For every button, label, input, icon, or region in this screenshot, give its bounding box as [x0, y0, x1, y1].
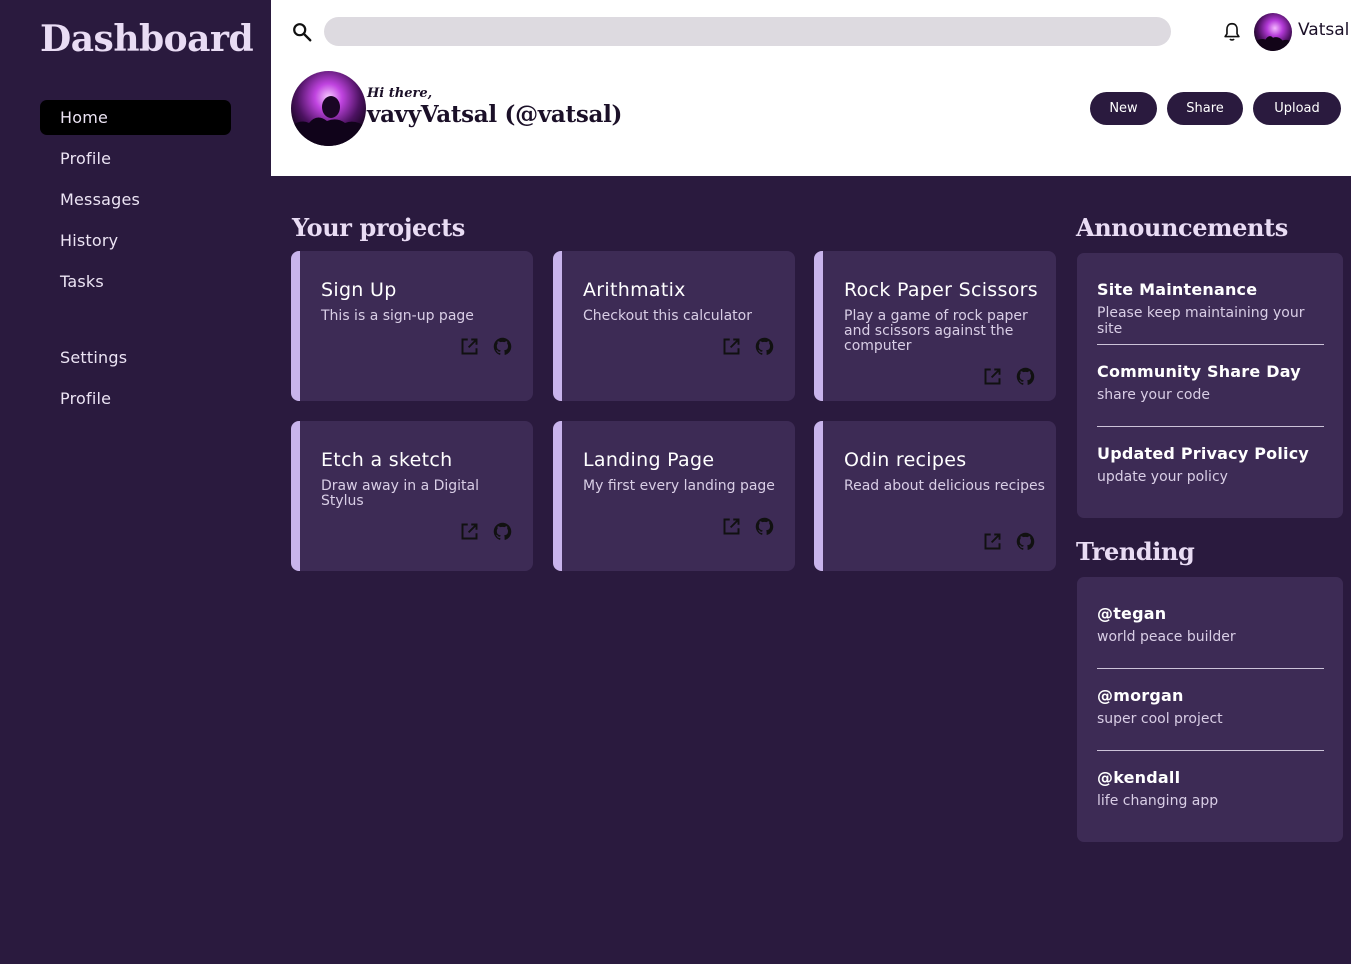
- search-icon[interactable]: [291, 21, 313, 43]
- github-icon[interactable]: [754, 336, 775, 357]
- github-icon[interactable]: [1015, 366, 1036, 387]
- announcement-subtitle: update your policy: [1097, 469, 1228, 485]
- external-link-icon[interactable]: [721, 336, 742, 357]
- external-link-icon[interactable]: [459, 521, 480, 542]
- profile-avatar: [291, 71, 366, 146]
- project-card-landing-page[interactable]: Landing Page My first every landing page: [553, 421, 795, 571]
- card-title: Etch a sketch: [321, 449, 453, 471]
- sidebar-item-settings[interactable]: Settings: [40, 340, 231, 375]
- trending-handle: @tegan: [1097, 604, 1167, 623]
- github-icon[interactable]: [1015, 531, 1036, 552]
- trending-item[interactable]: @kendall life changing app: [1097, 768, 1324, 809]
- github-icon[interactable]: [492, 521, 513, 542]
- external-link-icon[interactable]: [982, 531, 1003, 552]
- divider: [1097, 344, 1324, 345]
- announcement-title: Community Share Day: [1097, 362, 1301, 381]
- trending-title: Trending: [1076, 537, 1195, 566]
- project-card-etch-a-sketch[interactable]: Etch a sketch Draw away in a Digital Sty…: [291, 421, 533, 571]
- sidebar-item-profile-secondary[interactable]: Profile: [40, 381, 231, 416]
- project-card-sign-up[interactable]: Sign Up This is a sign-up page: [291, 251, 533, 401]
- header-username[interactable]: Vatsal: [1298, 20, 1349, 40]
- card-description: Read about delicious recipes: [844, 478, 1045, 494]
- share-button[interactable]: Share: [1167, 92, 1243, 125]
- user-fullname: vavyVatsal (@vatsal): [367, 101, 623, 128]
- external-link-icon[interactable]: [721, 516, 742, 537]
- card-description: This is a sign-up page: [321, 308, 474, 324]
- sidebar-item-history[interactable]: History: [40, 223, 231, 258]
- announcement-item[interactable]: Community Share Day share your code: [1097, 362, 1324, 403]
- project-card-rock-paper-scissors[interactable]: Rock Paper Scissors Play a game of rock …: [814, 251, 1056, 401]
- new-button[interactable]: New: [1090, 92, 1157, 125]
- project-card-arithmatix[interactable]: Arithmatix Checkout this calculator: [553, 251, 795, 401]
- announcement-subtitle: Please keep maintaining your site: [1097, 305, 1305, 337]
- announcement-title: Updated Privacy Policy: [1097, 444, 1310, 463]
- card-title: Odin recipes: [844, 449, 967, 471]
- divider: [1097, 668, 1324, 669]
- card-description: Play a game of rock paper and scissors a…: [844, 308, 1028, 354]
- card-description: Checkout this calculator: [583, 308, 752, 324]
- projects-title: Your projects: [292, 213, 465, 242]
- bell-icon[interactable]: [1221, 20, 1243, 44]
- trending-subtitle: life changing app: [1097, 793, 1219, 809]
- github-icon[interactable]: [492, 336, 513, 357]
- trending-subtitle: world peace builder: [1097, 629, 1236, 645]
- greeting-text: Hi there,: [367, 86, 433, 101]
- sidebar-item-profile[interactable]: Profile: [40, 141, 231, 176]
- divider: [1097, 426, 1324, 427]
- sidebar-item-home[interactable]: Home: [40, 100, 231, 135]
- announcement-subtitle: share your code: [1097, 387, 1210, 403]
- divider: [1097, 750, 1324, 751]
- card-title: Arithmatix: [583, 279, 686, 301]
- trending-handle: @morgan: [1097, 686, 1184, 705]
- header-avatar[interactable]: [1254, 13, 1292, 51]
- upload-button[interactable]: Upload: [1253, 92, 1341, 125]
- sidebar-item-tasks[interactable]: Tasks: [40, 264, 231, 299]
- announcements-title: Announcements: [1076, 213, 1288, 242]
- announcement-item[interactable]: Updated Privacy Policy update your polic…: [1097, 444, 1324, 485]
- sidebar-item-messages[interactable]: Messages: [40, 182, 231, 217]
- card-title: Rock Paper Scissors: [844, 279, 1038, 301]
- trending-item[interactable]: @tegan world peace builder: [1097, 604, 1324, 645]
- trending-subtitle: super cool project: [1097, 711, 1223, 727]
- announcement-item[interactable]: Site Maintenance Please keep maintaining…: [1097, 280, 1324, 337]
- sidebar-nav: Home Profile Messages History Tasks Sett…: [40, 100, 231, 422]
- announcement-title: Site Maintenance: [1097, 280, 1258, 299]
- trending-item[interactable]: @morgan super cool project: [1097, 686, 1324, 727]
- card-title: Sign Up: [321, 279, 397, 301]
- header: Vatsal Hi there, vavyVatsal (@vatsal) Ne…: [271, 0, 1351, 176]
- card-title: Landing Page: [583, 449, 715, 471]
- sidebar: Dashboard Home Profile Messages History …: [0, 0, 271, 964]
- trending-panel: @tegan world peace builder @morgan super…: [1077, 577, 1343, 842]
- external-link-icon[interactable]: [459, 336, 480, 357]
- announcements-panel: Site Maintenance Please keep maintaining…: [1077, 253, 1343, 518]
- card-description: Draw away in a Digital Stylus: [321, 478, 480, 509]
- trending-handle: @kendall: [1097, 768, 1181, 787]
- search-input[interactable]: [324, 17, 1171, 46]
- github-icon[interactable]: [754, 516, 775, 537]
- brand-title: Dashboard: [40, 18, 254, 60]
- project-card-odin-recipes[interactable]: Odin recipes Read about delicious recipe…: [814, 421, 1056, 571]
- card-description: My first every landing page: [583, 478, 775, 494]
- external-link-icon[interactable]: [982, 366, 1003, 387]
